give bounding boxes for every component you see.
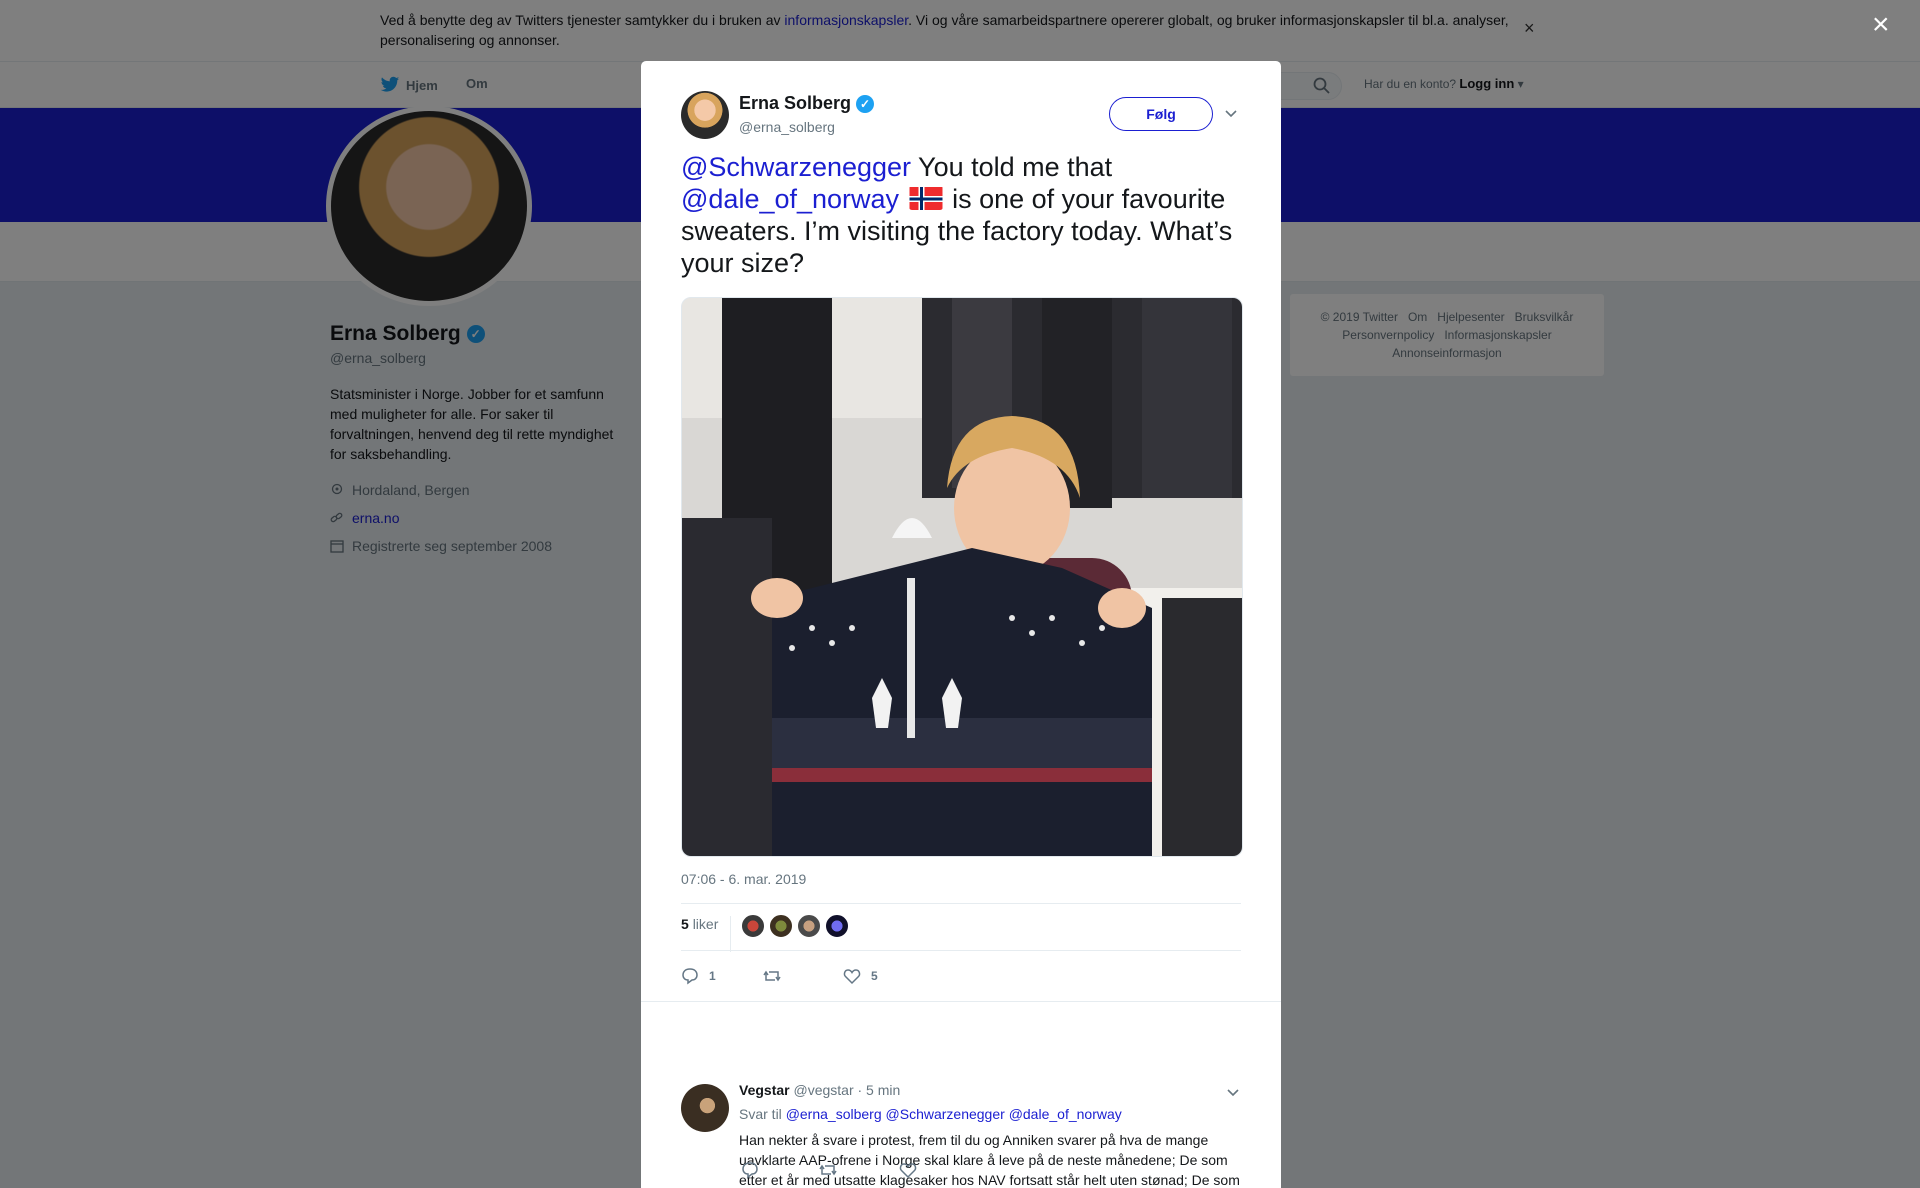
tweet-timestamp[interactable]: 07:06 - 6. mar. 2019 xyxy=(681,871,806,887)
reply-tweet: Vegstar @vegstar · 5 min Svar til @erna_… xyxy=(641,1001,1281,1188)
author-name[interactable]: Erna Solberg xyxy=(739,93,851,114)
liker-avatar[interactable] xyxy=(797,914,821,938)
reply-icon[interactable] xyxy=(741,1161,759,1179)
reply-header: Vegstar @vegstar · 5 min xyxy=(739,1082,900,1098)
likes-stats-row: 5 liker xyxy=(681,903,1241,952)
mention-link[interactable]: @dale_of_norway xyxy=(681,184,899,214)
author-name-row: Erna Solberg ✓ xyxy=(739,93,875,114)
verified-icon: ✓ xyxy=(856,94,875,113)
mention-link[interactable]: @Schwarzenegger xyxy=(886,1106,1005,1122)
reply-author-name[interactable]: Vegstar xyxy=(739,1082,790,1098)
reply-author-handle[interactable]: @vegstar xyxy=(793,1082,853,1098)
tweet-actions: 1 5 xyxy=(681,961,1241,991)
reply-avatar[interactable] xyxy=(681,1084,729,1132)
close-icon[interactable]: × xyxy=(1872,10,1890,40)
likes-count[interactable]: 5 liker xyxy=(681,916,732,952)
tweet-text: @Schwarzenegger You told me that @dale_o… xyxy=(681,152,1233,278)
retweet-action[interactable] xyxy=(763,967,781,985)
mention-link[interactable]: @Schwarzenegger xyxy=(681,152,911,182)
tweet-photo[interactable] xyxy=(681,297,1243,857)
sweater-photo xyxy=(682,298,1242,856)
liker-avatar[interactable] xyxy=(769,914,793,938)
mention-link[interactable]: @dale_of_norway xyxy=(1009,1106,1122,1122)
retweet-icon[interactable] xyxy=(819,1161,837,1179)
chevron-down-icon[interactable] xyxy=(1225,1084,1241,1100)
norway-flag-icon xyxy=(909,186,943,210)
liker-avatar[interactable] xyxy=(741,914,765,938)
author-avatar[interactable] xyxy=(681,91,729,139)
chevron-down-icon[interactable] xyxy=(1223,105,1239,121)
tweet-modal: Erna Solberg ✓ @erna_solberg Følg @Schwa… xyxy=(641,61,1281,1188)
author-handle[interactable]: @erna_solberg xyxy=(739,119,835,135)
heart-icon xyxy=(843,969,861,985)
retweet-icon xyxy=(763,970,781,982)
follow-button[interactable]: Følg xyxy=(1109,97,1213,131)
reply-action[interactable]: 1 xyxy=(681,967,716,985)
reply-time[interactable]: · 5 min xyxy=(858,1082,901,1098)
mention-link[interactable]: @erna_solberg xyxy=(786,1106,882,1122)
heart-icon[interactable] xyxy=(899,1161,917,1179)
like-action[interactable]: 5 xyxy=(843,967,878,985)
reply-to-line: Svar til @erna_solberg @Schwarzenegger @… xyxy=(739,1106,1122,1122)
liker-avatar[interactable] xyxy=(825,914,849,938)
tweet-header: Erna Solberg ✓ @erna_solberg Følg xyxy=(681,91,1241,141)
reply-actions xyxy=(739,1161,939,1181)
reply-icon xyxy=(682,968,698,985)
